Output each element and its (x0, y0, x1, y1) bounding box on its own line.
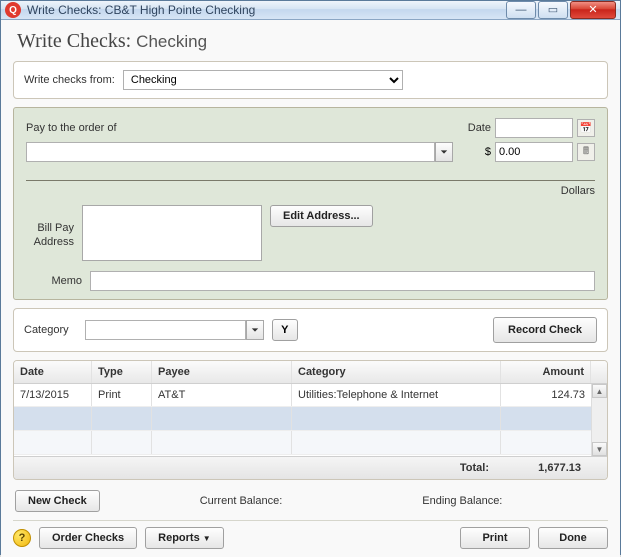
scroll-up-icon[interactable]: ▲ (592, 384, 607, 398)
header-type[interactable]: Type (92, 361, 152, 383)
done-button[interactable]: Done (538, 527, 608, 549)
memo-input[interactable] (90, 271, 595, 291)
write-from-panel: Write checks from: Checking (13, 61, 608, 99)
calendar-icon[interactable]: 📅 (577, 119, 595, 137)
reports-label: Reports (158, 532, 200, 544)
check-panel: Pay to the order of Date 📅 $ 🖩 (13, 107, 608, 300)
amount-input[interactable] (495, 142, 573, 162)
category-label: Category (24, 324, 69, 336)
new-check-button[interactable]: New Check (15, 490, 100, 512)
app-icon: Q (5, 2, 21, 18)
balance-row: New Check Current Balance: Ending Balanc… (13, 486, 608, 516)
payee-input[interactable] (26, 142, 435, 162)
cell-type: Print (92, 384, 152, 406)
pay-to-label: Pay to the order of (26, 122, 460, 134)
footer-toolbar: ? Order Checks Reports ▼ Print Done (13, 520, 608, 549)
date-label: Date (468, 122, 491, 134)
order-checks-button[interactable]: Order Checks (39, 527, 137, 549)
close-button[interactable]: ✕ (570, 1, 616, 19)
edit-address-button[interactable]: Edit Address... (270, 205, 373, 227)
cell-payee: AT&T (152, 384, 292, 406)
window-title: Write Checks: CB&T High Pointe Checking (27, 3, 504, 17)
page-title-prefix: Write Checks: (17, 30, 131, 52)
register-total-row: Total: 1,677.13 (14, 456, 607, 479)
category-dropdown-button[interactable] (246, 320, 264, 340)
cell-amount: 124.73 (501, 384, 591, 406)
cell-date: 7/13/2015 (14, 384, 92, 406)
write-from-label: Write checks from: (24, 74, 115, 86)
header-category[interactable]: Category (292, 361, 501, 383)
reports-button[interactable]: Reports ▼ (145, 527, 223, 549)
help-icon[interactable]: ? (13, 529, 31, 547)
register-header: Date Type Payee Category Amount (14, 361, 607, 384)
date-input[interactable] (495, 118, 573, 138)
memo-label: Memo (26, 275, 82, 287)
bill-pay-address-label: Bill Pay Address (26, 205, 74, 250)
table-row[interactable] (14, 431, 591, 455)
address-input[interactable] (82, 205, 262, 261)
total-label: Total: (20, 462, 501, 474)
total-value: 1,677.13 (501, 462, 601, 474)
header-payee[interactable]: Payee (152, 361, 292, 383)
split-button[interactable]: Y (272, 319, 298, 341)
chevron-down-icon (440, 148, 448, 156)
dollars-line (26, 180, 595, 181)
header-amount[interactable]: Amount (501, 361, 591, 383)
chevron-down-icon: ▼ (203, 534, 211, 543)
write-checks-window: Q Write Checks: CB&T High Pointe Checkin… (0, 0, 621, 555)
payee-dropdown-button[interactable] (435, 142, 453, 162)
titlebar[interactable]: Q Write Checks: CB&T High Pointe Checkin… (1, 1, 620, 20)
category-input[interactable] (85, 320, 246, 340)
print-button[interactable]: Print (460, 527, 530, 549)
calculator-icon[interactable]: 🖩 (577, 143, 595, 161)
cell-category: Utilities:Telephone & Internet (292, 384, 501, 406)
dollars-label: Dollars (26, 185, 595, 197)
ending-balance-label: Ending Balance: (422, 495, 502, 507)
scrollbar[interactable]: ▲ ▼ (591, 384, 607, 456)
minimize-button[interactable]: — (506, 1, 536, 19)
page-title-account: Checking (136, 32, 207, 51)
scroll-down-icon[interactable]: ▼ (592, 442, 607, 456)
category-panel: Category Y Record Check (13, 308, 608, 352)
table-row[interactable] (14, 407, 591, 431)
page-title: Write Checks: Checking (17, 30, 608, 53)
maximize-button[interactable]: ▭ (538, 1, 568, 19)
write-from-select[interactable]: Checking (123, 70, 403, 90)
amount-symbol: $ (485, 146, 491, 158)
table-row[interactable]: 7/13/2015 Print AT&T Utilities:Telephone… (14, 384, 591, 407)
header-date[interactable]: Date (14, 361, 92, 383)
current-balance-label: Current Balance: (200, 495, 283, 507)
record-check-button[interactable]: Record Check (493, 317, 597, 343)
register-table: Date Type Payee Category Amount 7/13/201… (13, 360, 608, 480)
content-area: Write Checks: Checking Write checks from… (1, 20, 620, 557)
chevron-down-icon (251, 326, 259, 334)
